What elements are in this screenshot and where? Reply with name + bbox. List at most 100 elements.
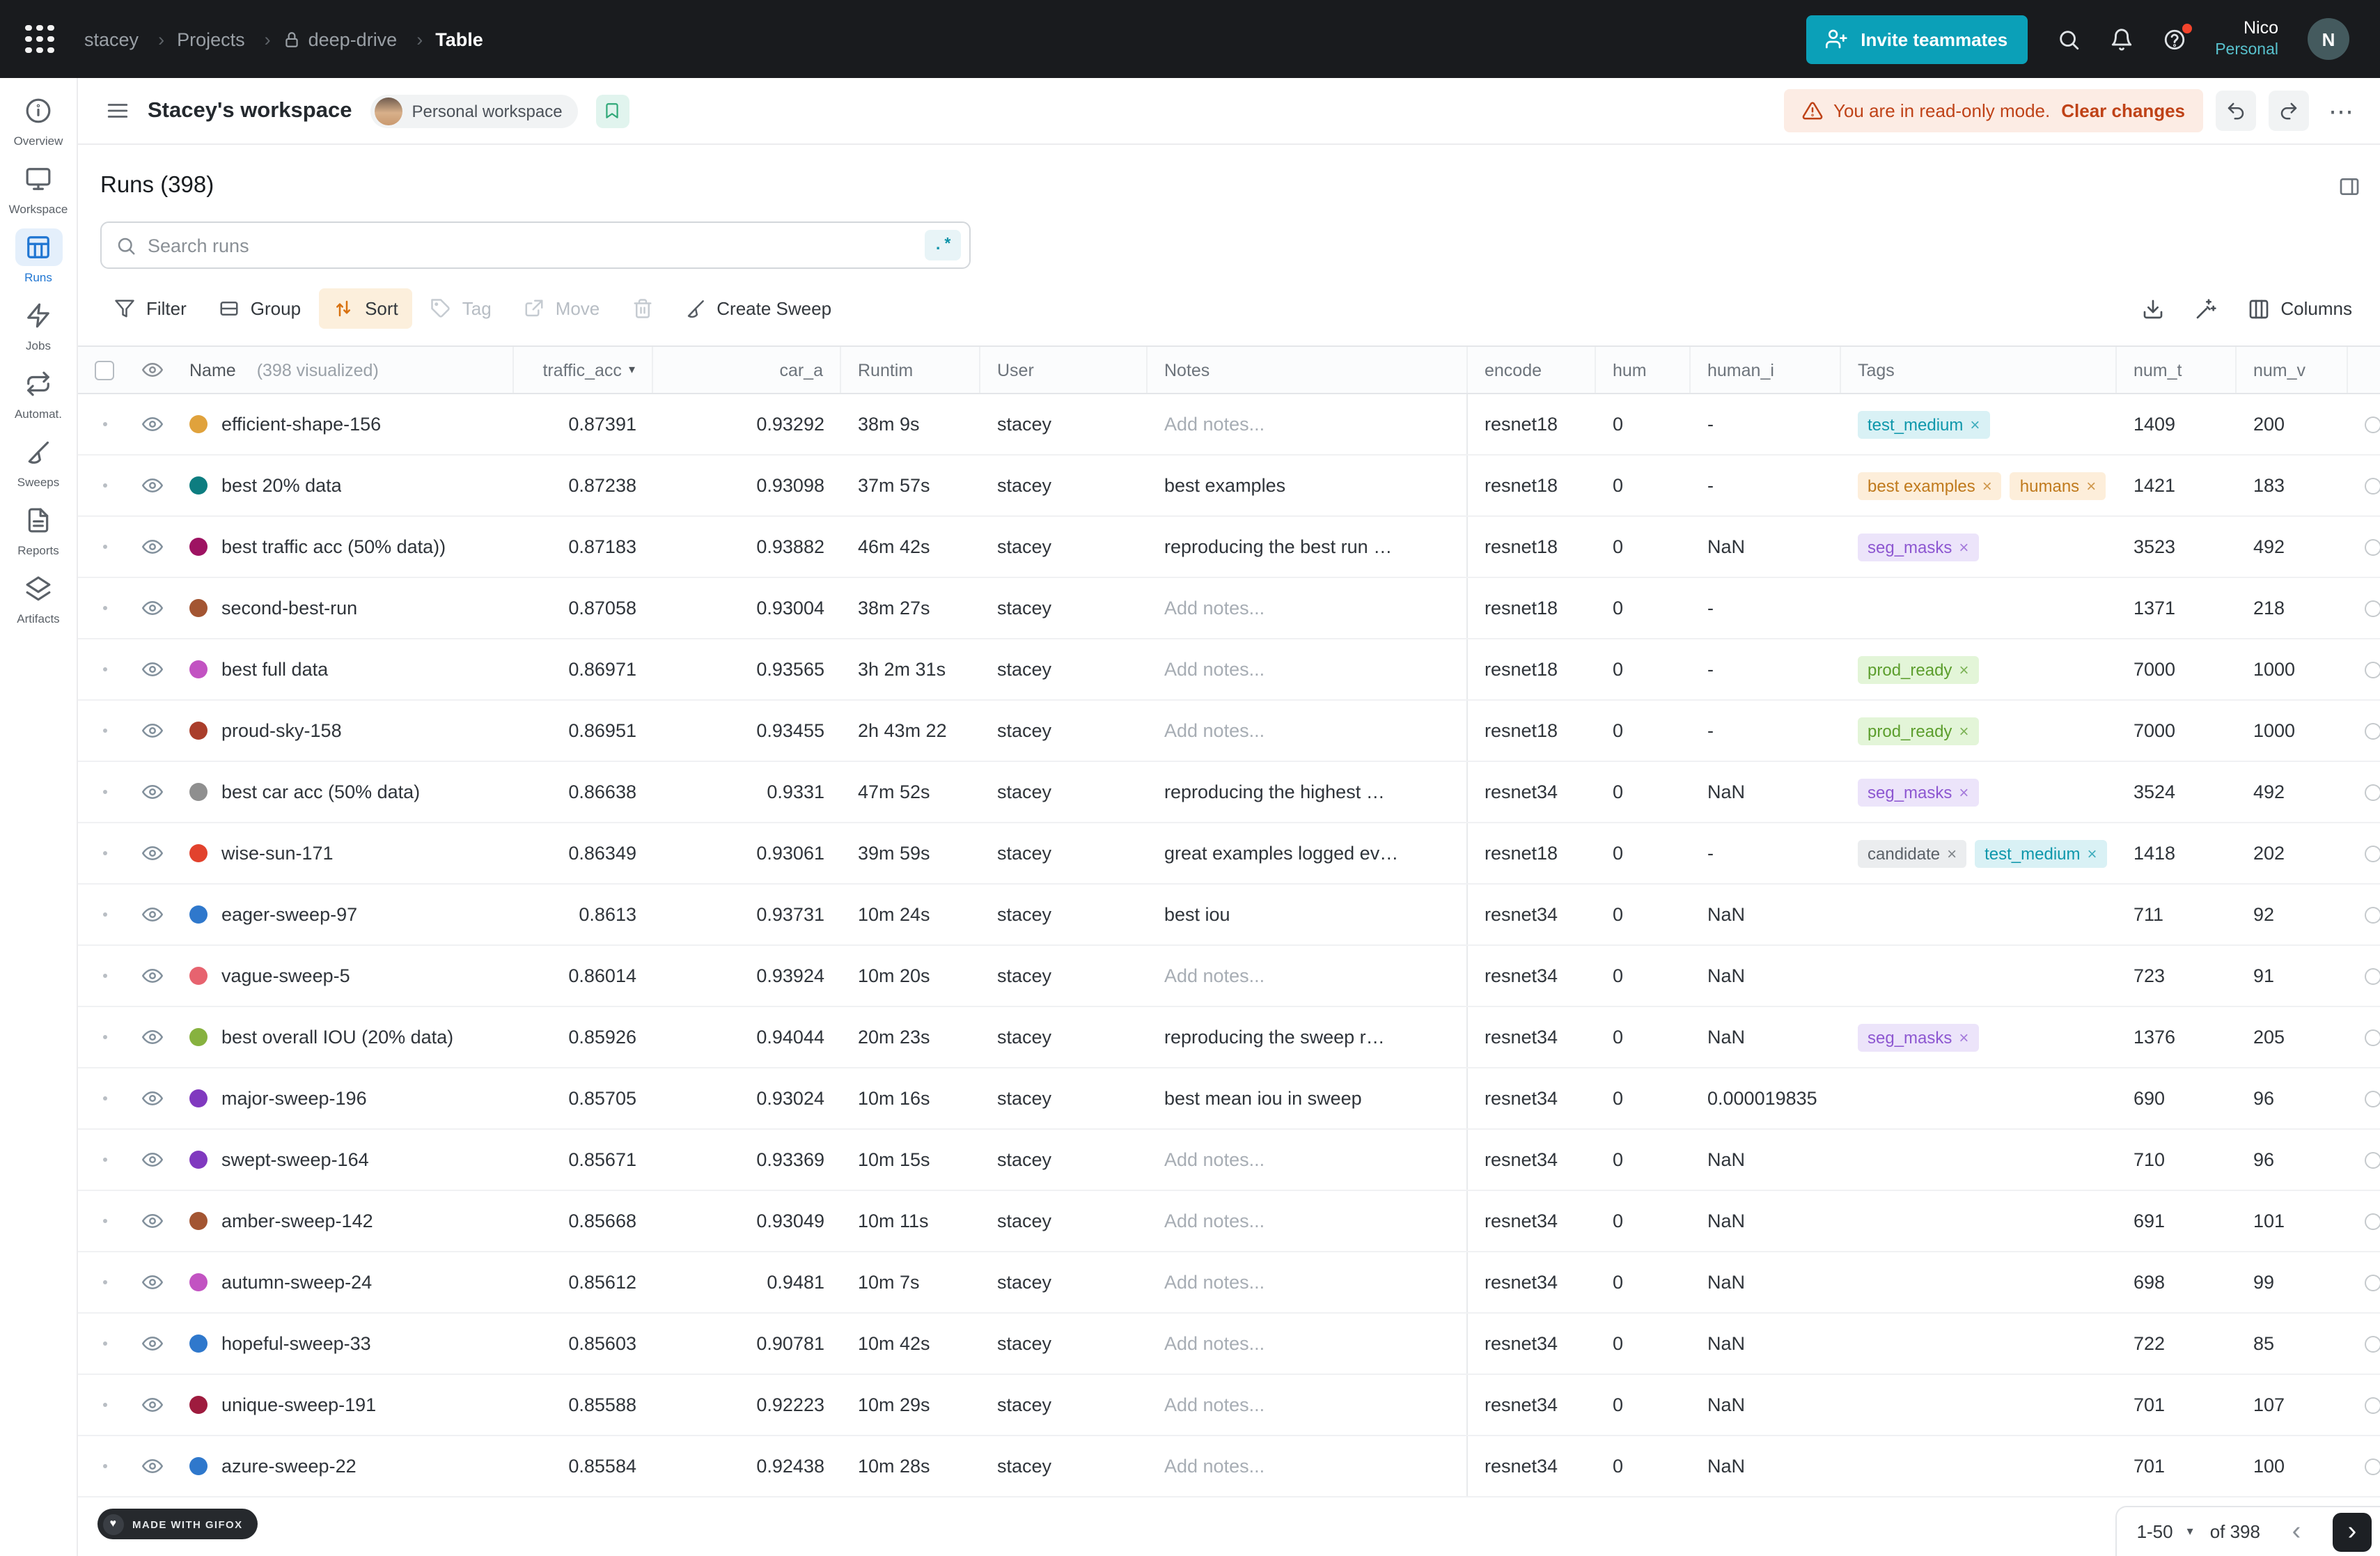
visibility-eye-icon[interactable] bbox=[141, 359, 162, 380]
drag-handle[interactable] bbox=[102, 606, 107, 610]
search-icon[interactable] bbox=[2056, 27, 2080, 51]
sidebar-item-workspace[interactable]: Workspace bbox=[0, 160, 77, 216]
drag-handle[interactable] bbox=[102, 1219, 107, 1223]
table-row[interactable]: major-sweep-196 0.85705 0.93024 10m 16s … bbox=[78, 1068, 2380, 1130]
run-name-cell[interactable]: proud-sky-158 bbox=[173, 701, 514, 761]
sort-button[interactable]: Sort bbox=[319, 288, 412, 329]
next-page-button[interactable]: › bbox=[2333, 1512, 2372, 1551]
column-header-encoder[interactable]: encode bbox=[1468, 347, 1596, 393]
redo-button[interactable] bbox=[2269, 91, 2309, 131]
column-header-car-a[interactable]: car_a bbox=[653, 347, 841, 393]
invite-teammates-button[interactable]: Invite teammates bbox=[1806, 15, 2027, 63]
column-header-num-v[interactable]: num_v bbox=[2237, 347, 2348, 393]
run-name-cell[interactable]: best full data bbox=[173, 639, 514, 699]
delete-button[interactable] bbox=[618, 288, 666, 329]
visibility-eye-icon[interactable] bbox=[141, 1394, 162, 1415]
drag-handle[interactable] bbox=[102, 729, 107, 733]
tag-remove-icon[interactable]: × bbox=[2086, 476, 2096, 495]
tag-remove-icon[interactable]: × bbox=[2088, 843, 2097, 863]
run-name-cell[interactable]: major-sweep-196 bbox=[173, 1068, 514, 1128]
cell-notes[interactable]: best mean iou in sweep bbox=[1148, 1068, 1468, 1128]
cell-notes[interactable]: best iou bbox=[1148, 885, 1468, 944]
saved-view-button[interactable] bbox=[596, 94, 629, 127]
run-name-cell[interactable]: best 20% data bbox=[173, 456, 514, 515]
workspace-selector[interactable]: Personal workspace bbox=[370, 94, 577, 127]
run-name-cell[interactable]: unique-sweep-191 bbox=[173, 1375, 514, 1435]
run-name-cell[interactable]: azure-sweep-22 bbox=[173, 1436, 514, 1496]
visibility-eye-icon[interactable] bbox=[141, 1333, 162, 1354]
cell-notes[interactable]: Add notes... bbox=[1148, 1436, 1468, 1496]
regex-toggle-button[interactable]: .* bbox=[925, 230, 961, 260]
drag-handle[interactable] bbox=[102, 1280, 107, 1284]
tag-remove-icon[interactable]: × bbox=[1970, 414, 1980, 434]
table-row[interactable]: best 20% data 0.87238 0.93098 37m 57s st… bbox=[78, 456, 2380, 517]
column-header-human-id[interactable]: human_i bbox=[1691, 347, 1841, 393]
drag-handle[interactable] bbox=[102, 545, 107, 549]
cell-notes[interactable]: Add notes... bbox=[1148, 1130, 1468, 1190]
run-name-cell[interactable]: eager-sweep-97 bbox=[173, 885, 514, 944]
columns-button[interactable]: Columns bbox=[2247, 297, 2352, 320]
table-row[interactable]: best car acc (50% data) 0.86638 0.9331 4… bbox=[78, 762, 2380, 823]
sidebar-item-sweeps[interactable]: Sweeps bbox=[0, 433, 77, 489]
drag-handle[interactable] bbox=[102, 790, 107, 794]
group-button[interactable]: Group bbox=[205, 288, 315, 329]
cell-notes[interactable]: best examples bbox=[1148, 456, 1468, 515]
drag-handle[interactable] bbox=[102, 483, 107, 488]
page-size-dropdown[interactable]: 1-50 ▾ bbox=[2137, 1521, 2193, 1542]
visibility-eye-icon[interactable] bbox=[141, 536, 162, 557]
run-name-cell[interactable]: efficient-shape-156 bbox=[173, 394, 514, 454]
table-row[interactable]: efficient-shape-156 0.87391 0.93292 38m … bbox=[78, 394, 2380, 456]
cell-notes[interactable]: great examples logged ev… bbox=[1148, 823, 1468, 883]
cell-notes[interactable]: reproducing the highest … bbox=[1148, 762, 1468, 822]
visibility-eye-icon[interactable] bbox=[141, 965, 162, 986]
sidebar-item-jobs[interactable]: Jobs bbox=[0, 297, 77, 352]
prev-page-button[interactable]: ‹ bbox=[2277, 1512, 2316, 1551]
visibility-eye-icon[interactable] bbox=[141, 1149, 162, 1170]
drag-handle[interactable] bbox=[102, 1158, 107, 1162]
sidebar-item-runs[interactable]: Runs bbox=[0, 228, 77, 284]
drag-handle[interactable] bbox=[102, 1035, 107, 1039]
cell-notes[interactable]: Add notes... bbox=[1148, 701, 1468, 761]
cell-notes[interactable]: Add notes... bbox=[1148, 946, 1468, 1006]
cell-notes[interactable]: Add notes... bbox=[1148, 578, 1468, 638]
column-header-human[interactable]: hum bbox=[1596, 347, 1691, 393]
cell-notes[interactable]: Add notes... bbox=[1148, 639, 1468, 699]
sidebar-item-reports[interactable]: Reports bbox=[0, 501, 77, 557]
drag-handle[interactable] bbox=[102, 1341, 107, 1346]
run-name-cell[interactable]: best car acc (50% data) bbox=[173, 762, 514, 822]
visibility-eye-icon[interactable] bbox=[141, 659, 162, 680]
drag-handle[interactable] bbox=[102, 851, 107, 855]
cell-notes[interactable]: reproducing the best run … bbox=[1148, 517, 1468, 577]
column-header-user[interactable]: User bbox=[980, 347, 1148, 393]
column-header-tags[interactable]: Tags bbox=[1841, 347, 2117, 393]
cell-notes[interactable]: Add notes... bbox=[1148, 1314, 1468, 1374]
tag-remove-icon[interactable]: × bbox=[1959, 537, 1968, 557]
run-name-cell[interactable]: wise-sun-171 bbox=[173, 823, 514, 883]
run-name-cell[interactable]: best traffic acc (50% data)) bbox=[173, 517, 514, 577]
table-row[interactable]: best traffic acc (50% data)) 0.87183 0.9… bbox=[78, 517, 2380, 578]
tag-button[interactable]: Tag bbox=[416, 288, 506, 329]
visibility-eye-icon[interactable] bbox=[141, 904, 162, 925]
table-row[interactable]: proud-sky-158 0.86951 0.93455 2h 43m 22 … bbox=[78, 701, 2380, 762]
bell-icon[interactable] bbox=[2109, 27, 2133, 51]
clear-changes-link[interactable]: Clear changes bbox=[2061, 100, 2185, 121]
visibility-eye-icon[interactable] bbox=[141, 1272, 162, 1293]
table-row[interactable]: hopeful-sweep-33 0.85603 0.90781 10m 42s… bbox=[78, 1314, 2380, 1375]
visibility-eye-icon[interactable] bbox=[141, 720, 162, 741]
menu-icon[interactable] bbox=[106, 99, 130, 123]
column-header-runtime[interactable]: Runtim bbox=[841, 347, 980, 393]
column-header-num-t[interactable]: num_t bbox=[2117, 347, 2237, 393]
table-row[interactable]: swept-sweep-164 0.85671 0.93369 10m 15s … bbox=[78, 1130, 2380, 1191]
run-name-cell[interactable]: amber-sweep-142 bbox=[173, 1191, 514, 1251]
table-row[interactable]: best full data 0.86971 0.93565 3h 2m 31s… bbox=[78, 639, 2380, 701]
cell-notes[interactable]: Add notes... bbox=[1148, 1375, 1468, 1435]
tag-remove-icon[interactable]: × bbox=[1959, 660, 1968, 679]
select-all-checkbox[interactable] bbox=[95, 360, 114, 380]
table-row[interactable]: second-best-run 0.87058 0.93004 38m 27s … bbox=[78, 578, 2380, 639]
table-row[interactable]: amber-sweep-142 0.85668 0.93049 10m 11s … bbox=[78, 1191, 2380, 1252]
sidebar-item-overview[interactable]: Overview bbox=[0, 92, 77, 148]
breadcrumb-projects[interactable]: Projects bbox=[177, 29, 283, 49]
visibility-eye-icon[interactable] bbox=[141, 598, 162, 618]
search-runs-input[interactable] bbox=[148, 235, 914, 256]
visibility-eye-icon[interactable] bbox=[141, 1088, 162, 1109]
